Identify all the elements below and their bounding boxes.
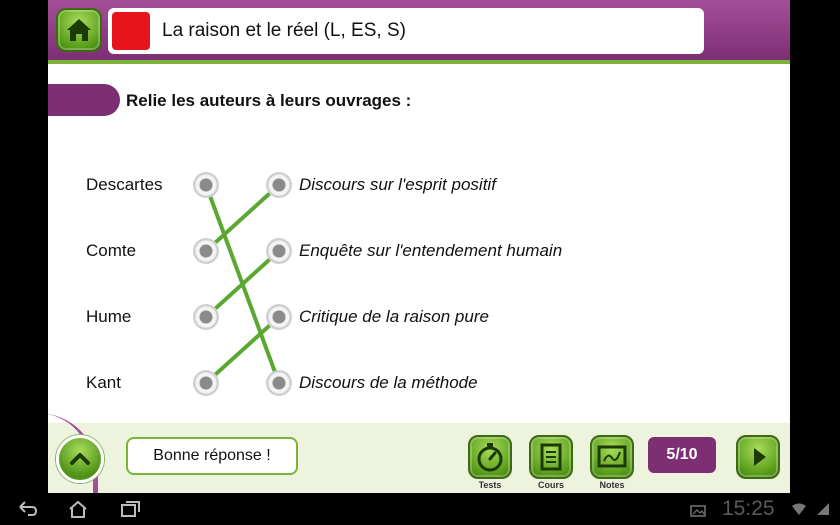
chalkboard-icon (597, 445, 627, 468)
wifi-icon (792, 503, 806, 515)
author-connector-dot[interactable] (193, 370, 219, 396)
author-label: Kant (86, 373, 121, 392)
work-connector-dot[interactable] (266, 370, 292, 396)
work-label: Discours de la méthode (299, 373, 478, 392)
tests-label: Tests (478, 480, 502, 490)
title-bar: La raison et le réel (L, ES, S) (108, 8, 704, 54)
work-label: Discours sur l'esprit positif (299, 175, 496, 194)
signal-icon (817, 503, 829, 515)
notes-button[interactable] (590, 435, 634, 479)
notepad-icon (540, 443, 562, 471)
question-counter: 5/10 (648, 437, 716, 473)
home-button[interactable] (56, 8, 102, 52)
work-connector-dot[interactable] (266, 238, 292, 264)
home-icon (67, 19, 91, 41)
author-label: Descartes (86, 175, 163, 194)
home-icon[interactable] (66, 499, 90, 519)
play-icon (754, 448, 766, 466)
instruction-text: Relie les auteurs à leurs ouvrages : (126, 91, 412, 110)
app-window: La raison et le réel (L, ES, S) Relie le… (48, 0, 790, 493)
notes-label: Notes (599, 480, 625, 490)
link-line (204, 183, 281, 253)
work-connector-dot[interactable] (266, 172, 292, 198)
author-connector-dot[interactable] (193, 304, 219, 330)
cours-button[interactable] (529, 435, 573, 479)
work-label: Critique de la raison pure (299, 307, 489, 326)
tests-button[interactable] (468, 435, 512, 479)
author-connector-dot[interactable] (193, 238, 219, 264)
feedback-message: Bonne réponse ! (126, 437, 298, 475)
chevron-up-icon (70, 453, 90, 465)
recent-apps-icon[interactable] (118, 499, 142, 519)
link-line (204, 249, 281, 319)
instruction-tab (48, 84, 120, 116)
link-line (204, 315, 281, 385)
header-bar: La raison et le réel (L, ES, S) (48, 0, 790, 64)
author-label: Comte (86, 241, 137, 260)
work-label: Enquête sur l'entendement humain (299, 241, 563, 260)
author-connector-dot[interactable] (193, 172, 219, 198)
status-clock: 15:25 (722, 497, 775, 520)
stopwatch-icon (477, 443, 503, 472)
back-icon[interactable] (16, 499, 40, 519)
cours-label: Cours (537, 480, 564, 490)
next-button[interactable] (736, 435, 780, 479)
gallery-icon (690, 505, 706, 517)
scroll-up-button[interactable] (56, 435, 104, 483)
android-nav-bar (0, 493, 840, 525)
subject-color-badge (112, 12, 150, 50)
author-label: Hume (86, 307, 132, 326)
page-title: La raison et le réel (L, ES, S) (162, 20, 406, 41)
footer-bar: Bonne réponse ! Tests Cours Notes 5/10 (48, 413, 790, 493)
link-line (204, 184, 281, 384)
work-connector-dot[interactable] (266, 304, 292, 330)
